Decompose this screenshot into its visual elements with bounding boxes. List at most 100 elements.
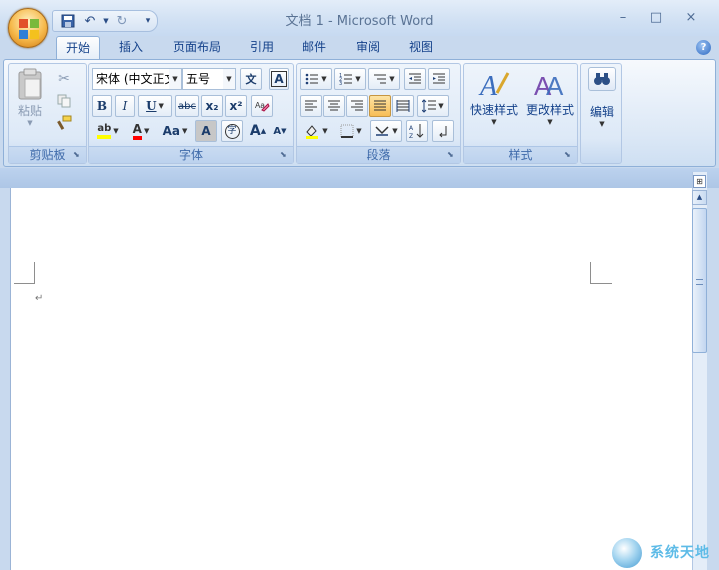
font-size-combo[interactable]: 五号 ▼: [182, 68, 236, 90]
document-page[interactable]: [10, 188, 692, 570]
styles-group-label: 样式: [464, 146, 577, 163]
align-left-button[interactable]: [300, 95, 322, 117]
character-border-icon: A: [271, 71, 287, 87]
change-styles-icon: A A: [534, 71, 564, 101]
align-center-icon: [328, 100, 340, 111]
phonetic-guide-button[interactable]: 文: [240, 68, 262, 90]
sort-button[interactable]: AZ: [406, 120, 428, 142]
shading-button[interactable]: ▼: [300, 120, 332, 142]
justify-button[interactable]: [369, 95, 391, 117]
chevron-down-icon[interactable]: ▼: [223, 69, 235, 89]
line-spacing-button[interactable]: ▼: [417, 95, 449, 117]
clear-formatting-icon: Aa: [255, 101, 270, 112]
bullets-icon: [305, 73, 319, 85]
underline-button[interactable]: U ▼: [138, 95, 172, 117]
paste-button[interactable]: 粘贴 ▼: [13, 68, 47, 136]
chevron-down-icon[interactable]: ▼: [389, 75, 394, 83]
decrease-indent-button[interactable]: [404, 68, 426, 90]
paragraph-group-label: 段落: [297, 146, 460, 163]
tab-references[interactable]: 引用: [240, 36, 284, 60]
quick-styles-button[interactable]: A 快速样式 ▼: [466, 67, 522, 139]
scroll-thumb[interactable]: [692, 208, 707, 353]
align-right-button[interactable]: [346, 95, 368, 117]
copy-icon[interactable]: [53, 90, 75, 112]
tab-mailings[interactable]: 邮件: [292, 36, 336, 60]
paragraph-launcher-icon[interactable]: ⬊: [447, 150, 457, 160]
clipboard-launcher-icon[interactable]: ⬊: [73, 150, 83, 160]
format-painter-icon[interactable]: [53, 112, 75, 134]
character-border-button[interactable]: A: [269, 68, 289, 90]
tab-page-layout[interactable]: 页面布局: [164, 36, 230, 60]
view-ruler-icon[interactable]: ⊞: [693, 175, 706, 188]
cut-icon[interactable]: ✂: [53, 68, 75, 90]
numbering-icon: 123: [339, 73, 353, 86]
scroll-up-icon[interactable]: ▲: [692, 190, 707, 205]
tab-home[interactable]: 开始: [56, 36, 100, 60]
svg-text:A: A: [409, 125, 414, 132]
italic-icon: I: [122, 99, 128, 113]
help-icon[interactable]: ?: [696, 40, 711, 55]
chevron-down-icon[interactable]: ▼: [169, 69, 181, 89]
strikethrough-icon: abc: [178, 100, 196, 112]
increase-indent-button[interactable]: [428, 68, 450, 90]
enclose-characters-icon: 字: [224, 123, 240, 139]
grow-font-button[interactable]: A ▲: [247, 120, 269, 142]
tab-view[interactable]: 视图: [398, 36, 444, 60]
borders-icon: [340, 124, 354, 138]
svg-text:Z: Z: [409, 133, 413, 139]
chevron-down-icon[interactable]: ▼: [182, 127, 187, 135]
subscript-button[interactable]: x₂: [201, 95, 223, 117]
multilevel-list-button[interactable]: ▼: [368, 68, 400, 90]
tab-review[interactable]: 审阅: [345, 36, 391, 60]
chevron-down-icon[interactable]: ▼: [438, 102, 443, 110]
italic-button[interactable]: I: [115, 95, 135, 117]
subscript-icon: x₂: [205, 99, 219, 113]
bold-button[interactable]: B: [92, 95, 112, 117]
close-button[interactable]: ×: [680, 10, 702, 26]
borders-button[interactable]: ▼: [335, 120, 367, 142]
change-styles-button[interactable]: A A 更改样式 ▼: [522, 67, 578, 139]
change-case-button[interactable]: Aa ▼: [159, 120, 191, 142]
watermark-text: 系统天地: [650, 545, 710, 561]
character-shading-button[interactable]: A: [195, 120, 217, 142]
shrink-font-button[interactable]: A ▼: [269, 120, 291, 142]
paste-label: 粘贴: [17, 104, 42, 118]
watermark-ball-icon: [612, 538, 642, 568]
chevron-down-icon[interactable]: ▼: [144, 127, 149, 135]
minimize-button[interactable]: –: [612, 10, 634, 26]
chinese-layout-button[interactable]: ▼: [370, 120, 402, 142]
chevron-down-icon[interactable]: ▼: [522, 118, 578, 126]
enclose-characters-button[interactable]: 字: [221, 120, 243, 142]
grow-font-icon: A: [249, 123, 261, 139]
office-button[interactable]: [8, 8, 48, 48]
chevron-down-icon[interactable]: ▼: [113, 127, 118, 135]
chevron-down-icon[interactable]: ▼: [321, 75, 326, 83]
font-launcher-icon[interactable]: ⬊: [280, 150, 290, 160]
chevron-down-icon[interactable]: ▼: [356, 127, 361, 135]
underline-icon: U: [146, 99, 157, 113]
font-name-combo[interactable]: 宋体 (中文正文) ▼: [92, 68, 182, 90]
chevron-down-icon[interactable]: ▼: [355, 75, 360, 83]
strikethrough-button[interactable]: abc: [175, 95, 199, 117]
align-center-button[interactable]: [323, 95, 345, 117]
margin-corner-left: [14, 262, 35, 284]
chevron-down-icon[interactable]: ▼: [392, 127, 397, 135]
maximize-button[interactable]: □: [645, 10, 667, 26]
distributed-button[interactable]: [392, 95, 414, 117]
show-marks-button[interactable]: [432, 120, 454, 142]
numbering-button[interactable]: 1 2 3 ▼: [334, 68, 366, 90]
chevron-down-icon[interactable]: ▼: [583, 120, 621, 128]
superscript-button[interactable]: x²: [225, 95, 247, 117]
chevron-down-icon[interactable]: ▼: [322, 127, 327, 135]
highlight-button[interactable]: ab ▼: [92, 120, 124, 142]
chevron-down-icon[interactable]: ▼: [466, 118, 522, 126]
tab-insert[interactable]: 插入: [108, 36, 154, 60]
character-shading-icon: A: [201, 124, 211, 138]
distributed-icon: [396, 100, 410, 112]
font-color-button[interactable]: A ▼: [127, 120, 155, 142]
clear-formatting-button[interactable]: Aa: [251, 95, 273, 117]
styles-launcher-icon[interactable]: ⬊: [564, 150, 574, 160]
chevron-down-icon[interactable]: ▼: [159, 102, 164, 110]
bullets-button[interactable]: ▼: [300, 68, 332, 90]
editing-button[interactable]: 编辑 ▼: [583, 67, 621, 139]
